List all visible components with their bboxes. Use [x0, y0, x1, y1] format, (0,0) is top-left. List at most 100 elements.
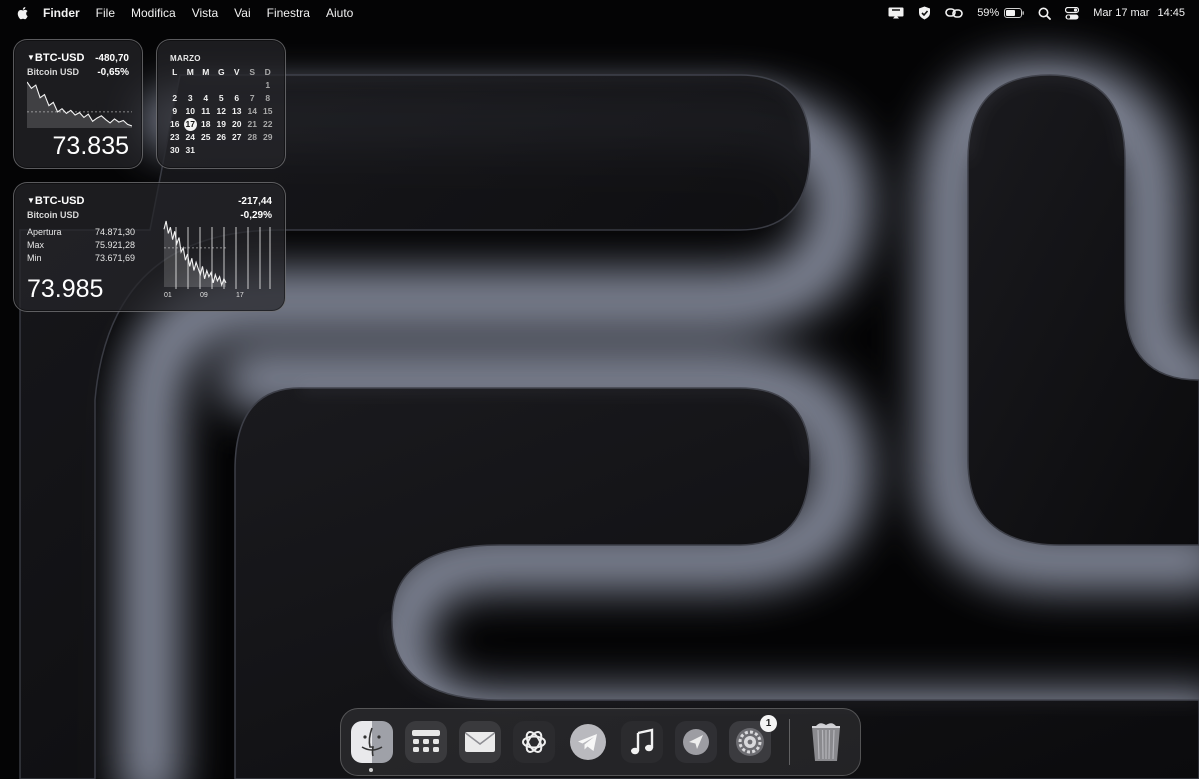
- calendar-day: [214, 144, 230, 157]
- calendar-day: 7: [249, 93, 255, 103]
- calendar-day: 23: [170, 132, 180, 142]
- display-mirroring-icon[interactable]: [888, 7, 904, 19]
- stock-widget-wide[interactable]: ▼BTC-USD Bitcoin USD -217,44 -0,29% Aper…: [13, 182, 286, 312]
- control-center-icon[interactable]: [1065, 6, 1080, 20]
- menu-date[interactable]: Mar 17 mar: [1093, 7, 1149, 19]
- calendar-day: [167, 79, 183, 92]
- calendar-day: 10: [185, 106, 195, 116]
- calendar-day: 31: [185, 145, 195, 155]
- calendar-day: 27: [232, 132, 242, 142]
- menu-go[interactable]: Vai: [234, 6, 250, 20]
- calendar-weekday: V: [233, 67, 240, 77]
- calendar-day: [198, 79, 214, 92]
- calendar-day: 3: [187, 93, 193, 103]
- stock-max-label: Max: [27, 240, 45, 250]
- calendar-day: 13: [232, 106, 242, 116]
- menu-view[interactable]: Vista: [192, 6, 218, 20]
- dock-mail[interactable]: [459, 721, 501, 763]
- dock-chatgpt[interactable]: [513, 721, 555, 763]
- battery-icon[interactable]: [1004, 8, 1025, 18]
- spotlight-search-icon[interactable]: [1038, 7, 1052, 20]
- calendar-day: [245, 79, 261, 92]
- settings-icon: [736, 728, 764, 756]
- stock-chart: 01 09 17: [163, 220, 271, 299]
- dock-music[interactable]: [621, 721, 663, 763]
- finder-icon: [361, 727, 383, 757]
- calendar-day-today: 17: [183, 118, 197, 131]
- down-triangle-icon: ▼: [27, 53, 35, 62]
- stock-change: -480,70: [95, 53, 129, 64]
- dock-copilot[interactable]: [675, 721, 717, 763]
- calendar-day: 25: [201, 132, 211, 142]
- calendar-weekday: L: [172, 67, 178, 77]
- copilot-icon: [683, 729, 709, 755]
- stock-price: 73.985: [27, 275, 104, 303]
- stock-ticker: BTC-USD: [34, 195, 85, 207]
- telegram-icon: [570, 724, 606, 760]
- menu-app-name[interactable]: Finder: [43, 6, 80, 20]
- calendar-widget[interactable]: MARZO L M M G V S D 1 2 3 4 5 6 7 8 9 10 11 12 13 14 15 16 17 18…: [156, 39, 286, 169]
- calendar-day: 1: [265, 80, 271, 90]
- calendar-day: 4: [203, 93, 209, 103]
- calendar-day: 28: [247, 132, 257, 142]
- calendar-day: 18: [201, 119, 211, 129]
- calendar-day: [245, 144, 261, 157]
- dock-launchpad[interactable]: [405, 721, 447, 763]
- apple-menu-icon[interactable]: [15, 5, 31, 21]
- calendar-day: 19: [216, 119, 226, 129]
- calendar-day: [183, 79, 199, 92]
- calendar-week-row: 30 31: [167, 144, 283, 157]
- calendar-grid: L M M G V S D 1 2 3 4 5 6 7 8 9 10 11 12 13 14 15 16 17 18 19 20 21…: [167, 66, 283, 157]
- menu-file[interactable]: File: [96, 6, 115, 20]
- calendar-week-row: 2345678: [167, 92, 283, 105]
- down-triangle-icon: ▼: [27, 196, 35, 205]
- dock-finder[interactable]: [351, 721, 393, 763]
- dock-separator: [789, 719, 790, 765]
- calendar-day: 2: [172, 93, 178, 103]
- calendar-day: 22: [263, 119, 273, 129]
- stock-min-value: 73.671,69: [95, 253, 136, 263]
- calendar-day: 14: [247, 106, 257, 116]
- calendar-weekday-row: LMMGVSD: [167, 66, 283, 79]
- calendar-day: 21: [247, 119, 257, 129]
- calendar-day: 8: [265, 93, 271, 103]
- chart-area: [164, 221, 226, 287]
- stock-widget-small[interactable]: ▼BTC-USD -480,70 Bitcoin USD -0,65% 73.8…: [13, 39, 143, 169]
- calendar-day: 16: [170, 119, 180, 129]
- calendar-week-row: 16 17 18 19 20 21 22: [167, 118, 283, 131]
- calendar-day: 29: [263, 132, 273, 142]
- dock-trash[interactable]: [805, 721, 847, 763]
- menu-bar-extras: 59% Mar 17 mar 14:45: [874, 0, 1185, 26]
- calendar-weekday: S: [249, 67, 256, 77]
- stock-ticker-row: ▼BTC-USD: [27, 52, 84, 64]
- menu-window[interactable]: Finestra: [267, 6, 310, 20]
- calendar-weekday: M: [202, 67, 210, 77]
- dock: 1: [340, 708, 861, 776]
- stock-open-label: Apertura: [27, 227, 62, 237]
- vpn-shield-icon[interactable]: [918, 6, 931, 20]
- chatgpt-icon: [522, 731, 546, 753]
- stock-change-percent: -0,65%: [97, 67, 129, 78]
- stock-ticker-row: ▼BTC-USD: [27, 195, 84, 207]
- chart-x-tick: 09: [200, 292, 208, 299]
- calendar-day: [214, 79, 230, 92]
- calendar-day: 24: [185, 132, 195, 142]
- music-icon: [631, 728, 654, 755]
- menu-edit[interactable]: Modifica: [131, 6, 176, 20]
- stock-max-value: 75.921,28: [95, 240, 136, 250]
- calendar-day: 9: [172, 106, 178, 116]
- settings-notification-badge: 1: [760, 715, 777, 732]
- calendar-weekday: M: [186, 67, 194, 77]
- calendar-week-row: 1: [167, 79, 283, 92]
- menu-time[interactable]: 14:45: [1157, 7, 1185, 19]
- calendar-day: [229, 144, 245, 157]
- dock-telegram[interactable]: [567, 721, 609, 763]
- dock-system-settings[interactable]: 1: [729, 715, 777, 763]
- link-icon[interactable]: [945, 7, 963, 19]
- menu-help[interactable]: Aiuto: [326, 6, 353, 20]
- calendar-weekday: D: [264, 67, 271, 77]
- calendar-day: 6: [234, 93, 240, 103]
- chart-x-tick: 17: [236, 292, 244, 299]
- calendar-month: MARZO: [170, 54, 201, 63]
- launchpad-icon: [412, 730, 440, 752]
